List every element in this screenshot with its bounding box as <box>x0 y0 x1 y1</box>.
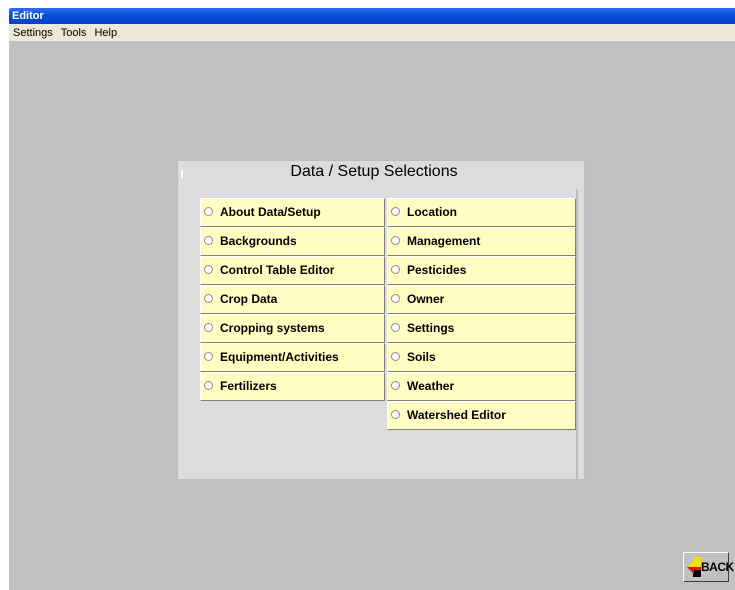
option-watershed-editor[interactable]: Watershed Editor <box>387 401 576 430</box>
option-label: Control Table Editor <box>220 263 335 277</box>
option-management[interactable]: Management <box>387 227 576 256</box>
menu-tools[interactable]: Tools <box>58 26 90 40</box>
option-label: Weather <box>407 379 455 393</box>
panel-title: Data / Setup Selections <box>290 163 458 180</box>
radio-icon[interactable] <box>391 207 400 216</box>
back-button[interactable]: BACK <box>683 552 734 582</box>
window-title: Editor <box>12 10 44 22</box>
option-about-data-setup[interactable]: About Data/Setup <box>200 198 385 227</box>
title-bar[interactable]: Editor <box>9 8 735 24</box>
option-label: Backgrounds <box>220 234 297 248</box>
option-label: Pesticides <box>407 263 467 277</box>
option-backgrounds[interactable]: Backgrounds <box>200 227 385 256</box>
radio-icon[interactable] <box>391 294 400 303</box>
option-equipment-activities[interactable]: Equipment/Activities <box>200 343 385 372</box>
option-label: Equipment/Activities <box>220 350 339 364</box>
data-setup-panel: Data / Setup Selections About Data/Setup… <box>177 160 585 480</box>
radio-icon[interactable] <box>391 352 400 361</box>
menu-settings[interactable]: Settings <box>10 26 56 40</box>
option-label: Owner <box>407 292 445 306</box>
option-label: Cropping systems <box>220 321 325 335</box>
option-settings[interactable]: Settings <box>387 314 576 343</box>
menu-bar: Settings Tools Help <box>9 24 735 41</box>
option-label: Settings <box>407 321 455 335</box>
option-weather[interactable]: Weather <box>387 372 576 401</box>
option-control-table-editor[interactable]: Control Table Editor <box>200 256 385 285</box>
option-label: Soils <box>407 350 436 364</box>
radio-icon[interactable] <box>391 381 400 390</box>
option-label: Crop Data <box>220 292 278 306</box>
option-owner[interactable]: Owner <box>387 285 576 314</box>
editor-window: Editor Settings Tools Help Data / Setup … <box>9 8 735 590</box>
radio-icon[interactable] <box>391 265 400 274</box>
radio-icon[interactable] <box>391 236 400 245</box>
radio-icon[interactable] <box>391 410 400 419</box>
option-label: Watershed Editor <box>407 408 506 422</box>
option-label: Management <box>407 234 481 248</box>
back-label: BACK <box>701 560 734 574</box>
radio-icon[interactable] <box>204 207 213 216</box>
menu-help[interactable]: Help <box>91 26 120 40</box>
radio-icon[interactable] <box>204 352 213 361</box>
option-cropping-systems[interactable]: Cropping systems <box>200 314 385 343</box>
back-arrow-icon <box>687 557 701 577</box>
option-fertilizers[interactable]: Fertilizers <box>200 372 385 401</box>
option-label: Location <box>407 205 457 219</box>
radio-icon[interactable] <box>204 265 213 274</box>
radio-icon[interactable] <box>204 236 213 245</box>
radio-icon[interactable] <box>391 323 400 332</box>
radio-icon[interactable] <box>204 381 213 390</box>
radio-icon[interactable] <box>204 294 213 303</box>
option-label: About Data/Setup <box>220 205 321 219</box>
option-crop-data[interactable]: Crop Data <box>200 285 385 314</box>
panel-divider <box>576 189 578 479</box>
option-label: Fertilizers <box>220 379 277 393</box>
option-soils[interactable]: Soils <box>387 343 576 372</box>
option-location[interactable]: Location <box>387 198 576 227</box>
radio-icon[interactable] <box>204 323 213 332</box>
option-pesticides[interactable]: Pesticides <box>387 256 576 285</box>
